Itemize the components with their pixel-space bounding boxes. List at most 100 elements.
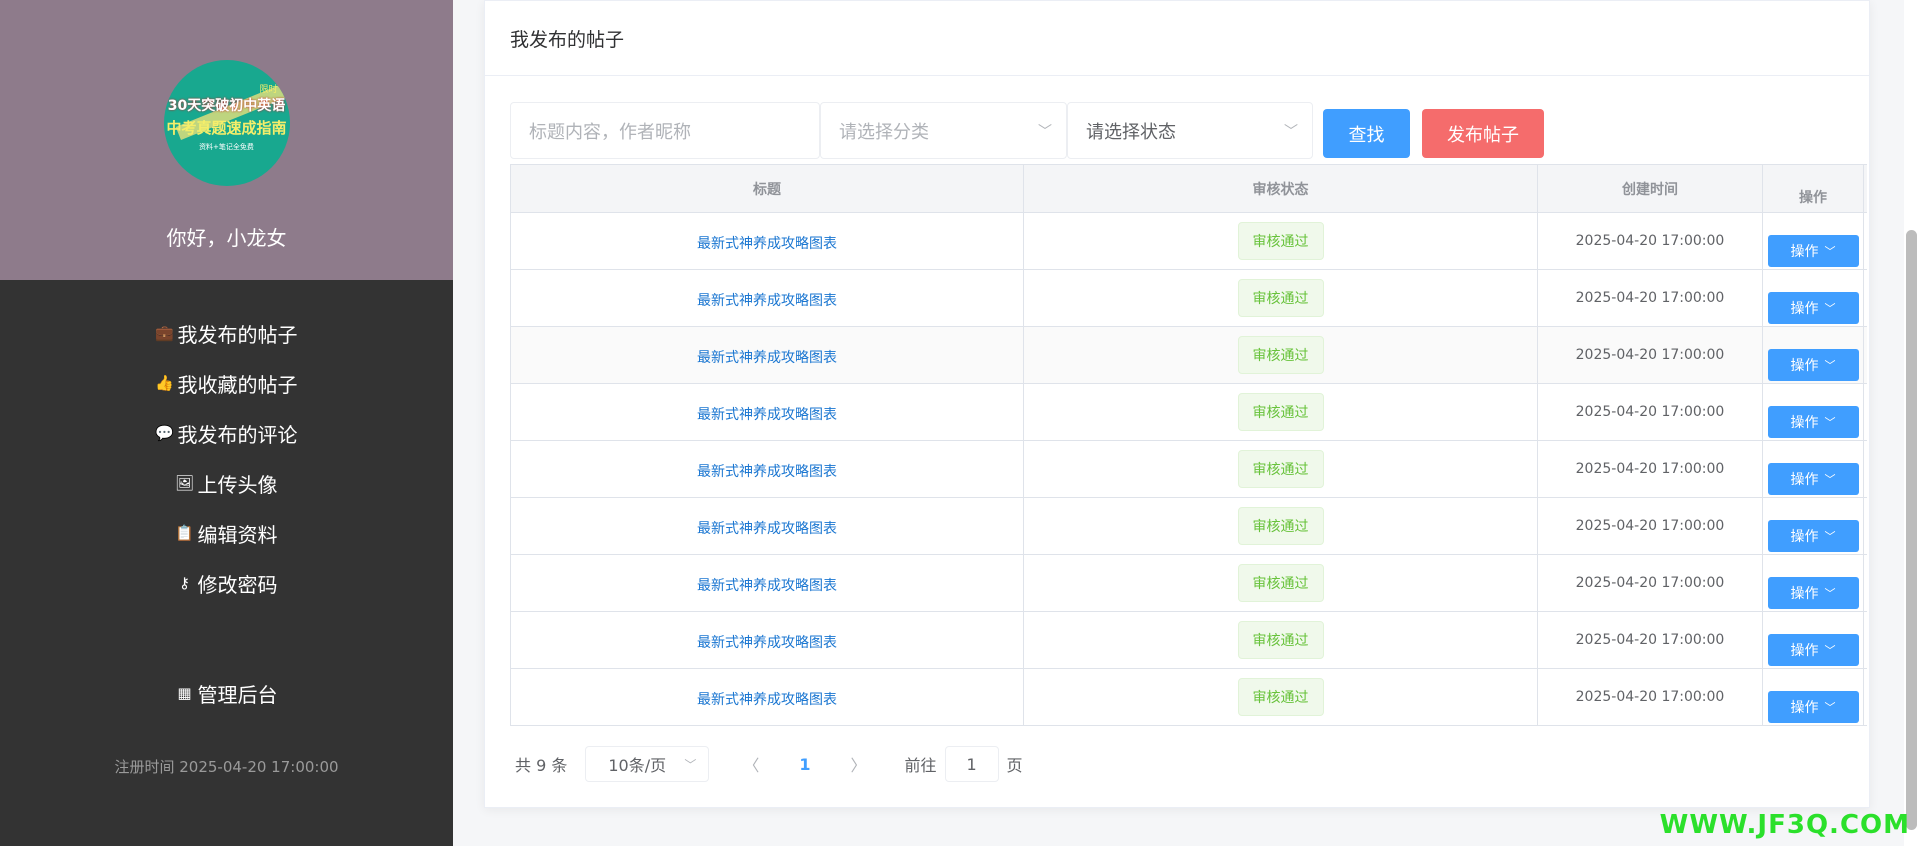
scrollbar-thumb[interactable]: [1906, 230, 1917, 830]
actions-label: 操作: [1790, 301, 1819, 317]
actions-dropdown-button[interactable]: 操作 ﹀: [1767, 577, 1859, 609]
post-title-link[interactable]: 最新式神养成攻略图表: [697, 461, 837, 481]
sidebar-item-label: 管理后台: [197, 682, 278, 707]
publish-post-button[interactable]: 发布帖子: [1422, 109, 1544, 158]
status-badge: 审核通过: [1237, 336, 1324, 374]
avatar-text-line1: 30天突破初中英语: [167, 97, 286, 114]
actions-dropdown-button[interactable]: 操作 ﹀: [1767, 406, 1859, 438]
chevron-down-icon: ﹀: [1824, 359, 1836, 372]
register-label: 注册时间: [114, 758, 175, 776]
actions-dropdown-button[interactable]: 操作 ﹀: [1767, 634, 1859, 666]
category-select-placeholder: 请选择分类: [839, 121, 929, 143]
sidebar-menu: 💼 我发布的帖子 👍 我收藏的帖子 💬 我发布的评论 🖼 上传头像 📋 编辑资料…: [0, 308, 453, 718]
page-title: 我发布的帖子: [485, 1, 1869, 76]
column-header-status[interactable]: 审核状态: [1023, 165, 1537, 212]
post-title-link[interactable]: 最新式神养成攻略图表: [697, 689, 837, 709]
sidebar-item-change-password[interactable]: ⚷ 修改密码: [176, 558, 278, 608]
chevron-down-icon: ﹀: [1038, 123, 1052, 140]
page-size-select[interactable]: 10条/页 ﹀: [585, 746, 710, 782]
key-icon: ⚷: [179, 574, 190, 592]
avatar-text-line3: 资料+笔记全免费: [199, 142, 254, 151]
status-badge: 审核通过: [1237, 621, 1324, 659]
column-header-title[interactable]: 标题: [510, 165, 1023, 212]
sidebar-item-my-comments[interactable]: 💬 我发布的评论: [155, 408, 297, 458]
chevron-down-icon: ﹀: [684, 757, 697, 772]
chevron-down-icon: ﹀: [1824, 245, 1836, 258]
chevron-down-icon: ﹀: [1824, 530, 1836, 543]
post-title-link[interactable]: 最新式神养成攻略图表: [697, 347, 837, 367]
goto-page-input[interactable]: 1: [944, 746, 999, 782]
created-time: 2025-04-20 17:00:00: [1575, 290, 1725, 306]
sidebar-item-label: 我发布的帖子: [177, 322, 298, 347]
category-select[interactable]: 请选择分类 ﹀: [820, 102, 1067, 159]
table-row: 最新式神养成攻略图表 审核通过 2025-04-20 17:00:00 操作 ﹀: [510, 612, 1867, 669]
image-icon: 🖼: [174, 474, 195, 492]
actions-label: 操作: [1790, 700, 1819, 716]
table-header: 标题 审核状态 创建时间 操作: [510, 165, 1867, 213]
chevron-down-icon: ﹀: [1824, 587, 1836, 600]
avatar-text-badge: 限时: [259, 85, 278, 95]
table-row: 最新式神养成攻略图表 审核通过 2025-04-20 17:00:00 操作 ﹀: [510, 327, 1867, 384]
chevron-down-icon: ﹀: [1824, 302, 1836, 315]
created-time: 2025-04-20 17:00:00: [1575, 347, 1725, 363]
sidebar-item-label: 编辑资料: [197, 522, 278, 547]
thumbs-up-icon: 👍: [155, 374, 174, 392]
search-button[interactable]: 查找: [1323, 109, 1410, 158]
status-select[interactable]: 请选择状态 ﹀: [1067, 102, 1313, 159]
filter-bar: 标题内容，作者昵称 请选择分类 ﹀ 请选择状态 ﹀ 查找 发布帖子: [510, 102, 1544, 159]
actions-dropdown-button[interactable]: 操作 ﹀: [1767, 235, 1859, 267]
status-badge: 审核通过: [1237, 507, 1324, 545]
sidebar-item-favorites[interactable]: 👍 我收藏的帖子: [155, 358, 297, 408]
status-select-placeholder: 请选择状态: [1086, 121, 1176, 143]
profile-panel: 限时 30天突破初中英语 中考真题速成指南 资料+笔记全免费 你好，小龙女: [0, 0, 453, 280]
chevron-left-icon[interactable]: 〈: [743, 752, 759, 776]
register-info: 注册时间 2025-04-20 17:00:00: [0, 756, 453, 777]
post-title-link[interactable]: 最新式神养成攻略图表: [697, 404, 837, 424]
chevron-down-icon: ﹀: [1824, 416, 1836, 429]
post-title-link[interactable]: 最新式神养成攻略图表: [697, 233, 837, 253]
chevron-down-icon: ﹀: [1824, 473, 1836, 486]
actions-label: 操作: [1790, 358, 1819, 374]
sidebar-item-upload-avatar[interactable]: 🖼 上传头像: [174, 458, 278, 508]
actions-dropdown-button[interactable]: 操作 ﹀: [1767, 463, 1859, 495]
status-badge: 审核通过: [1237, 393, 1324, 431]
avatar-text-line2: 中考真题速成指南: [166, 118, 287, 137]
table-row: 最新式神养成攻略图表 审核通过 2025-04-20 17:00:00 操作 ﹀: [510, 441, 1867, 498]
column-header-created[interactable]: 创建时间: [1537, 165, 1762, 212]
sidebar-item-label: 上传头像: [197, 472, 278, 497]
actions-dropdown-button[interactable]: 操作 ﹀: [1767, 691, 1859, 723]
created-time: 2025-04-20 17:00:00: [1575, 632, 1725, 648]
table-row: 最新式神养成攻略图表 审核通过 2025-04-20 17:00:00 操作 ﹀: [510, 669, 1867, 726]
status-badge: 审核通过: [1237, 279, 1324, 317]
actions-dropdown-button[interactable]: 操作 ﹀: [1767, 292, 1859, 324]
created-time: 2025-04-20 17:00:00: [1575, 233, 1725, 249]
sidebar-item-edit-profile[interactable]: 📋 编辑资料: [175, 508, 278, 558]
actions-label: 操作: [1790, 643, 1819, 659]
avatar[interactable]: 限时 30天突破初中英语 中考真题速成指南 资料+笔记全免费: [163, 60, 290, 186]
page-number-current[interactable]: 1: [799, 755, 810, 774]
chevron-down-icon: ﹀: [1824, 701, 1836, 714]
table-row: 最新式神养成攻略图表 审核通过 2025-04-20 17:00:00 操作 ﹀: [510, 270, 1867, 327]
post-title-link[interactable]: 最新式神养成攻略图表: [697, 290, 837, 310]
created-time: 2025-04-20 17:00:00: [1575, 689, 1725, 705]
post-title-link[interactable]: 最新式神养成攻略图表: [697, 575, 837, 595]
status-badge: 审核通过: [1237, 450, 1324, 488]
chevron-right-icon[interactable]: 〉: [851, 752, 867, 776]
column-header-actions: 操作: [1762, 165, 1864, 212]
goto-label: 前往: [904, 756, 937, 775]
clipboard-icon: 📋: [175, 524, 194, 542]
actions-dropdown-button[interactable]: 操作 ﹀: [1767, 520, 1859, 552]
comment-icon: 💬: [155, 424, 174, 442]
sidebar-item-my-posts[interactable]: 💼 我发布的帖子: [155, 308, 298, 358]
pagination: 共 9 条 10条/页 ﹀ 〈 1 〉 前往 1 页: [515, 746, 1023, 782]
sidebar-item-admin[interactable]: ▦ 管理后台: [176, 668, 278, 718]
post-title-link[interactable]: 最新式神养成攻略图表: [697, 518, 837, 538]
post-title-link[interactable]: 最新式神养成攻略图表: [697, 632, 837, 652]
actions-label: 操作: [1790, 415, 1819, 431]
posts-card: 我发布的帖子 标题内容，作者昵称 请选择分类 ﹀ 请选择状态 ﹀ 查找 发布帖子…: [484, 0, 1870, 808]
greeting: 你好，小龙女: [166, 226, 287, 250]
keyword-input[interactable]: 标题内容，作者昵称: [510, 102, 820, 159]
actions-dropdown-button[interactable]: 操作 ﹀: [1767, 349, 1859, 381]
actions-label: 操作: [1790, 244, 1819, 260]
total-count: 共 9 条: [515, 756, 568, 775]
